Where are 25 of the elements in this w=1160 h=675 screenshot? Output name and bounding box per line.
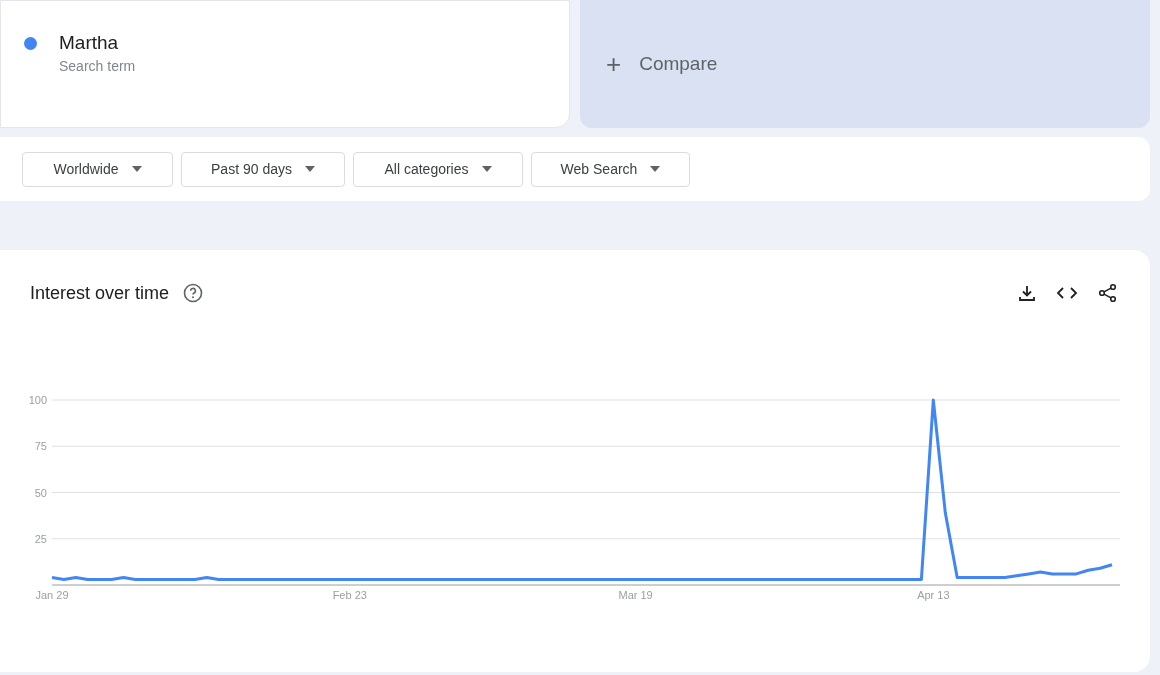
x-axis-label: Mar 19 xyxy=(618,589,653,601)
embed-code-icon[interactable] xyxy=(1056,286,1078,300)
search-term-card[interactable]: Martha Search term xyxy=(0,0,570,128)
x-axis-label: Feb 23 xyxy=(332,589,367,601)
chart-title: Interest over time xyxy=(30,282,170,304)
caret-icon xyxy=(650,166,661,172)
filter-dropdown[interactable]: Web Search xyxy=(531,151,690,187)
y-axis-label: 100 xyxy=(28,394,47,406)
y-axis-label: 75 xyxy=(34,440,47,453)
filter-dropdown[interactable]: All categories xyxy=(353,151,523,187)
compare-button[interactable]: + Compare xyxy=(580,0,1150,128)
help-icon[interactable] xyxy=(183,283,204,303)
caret-icon xyxy=(131,166,142,172)
download-icon[interactable] xyxy=(1018,284,1036,302)
search-term-subtitle: Search term xyxy=(59,58,136,74)
y-axis-label: 25 xyxy=(34,532,47,545)
share-icon[interactable] xyxy=(1098,283,1118,303)
caret-icon xyxy=(304,166,315,172)
y-axis-label: 50 xyxy=(34,486,47,499)
x-axis-label: Apr 13 xyxy=(917,589,950,601)
filter-dropdown[interactable]: Worldwide xyxy=(22,151,173,187)
caret-icon xyxy=(481,166,492,172)
filter-dropdown[interactable]: Past 90 days xyxy=(181,151,345,187)
search-term: Martha xyxy=(59,32,120,54)
x-axis-label: Jan 29 xyxy=(35,589,69,601)
